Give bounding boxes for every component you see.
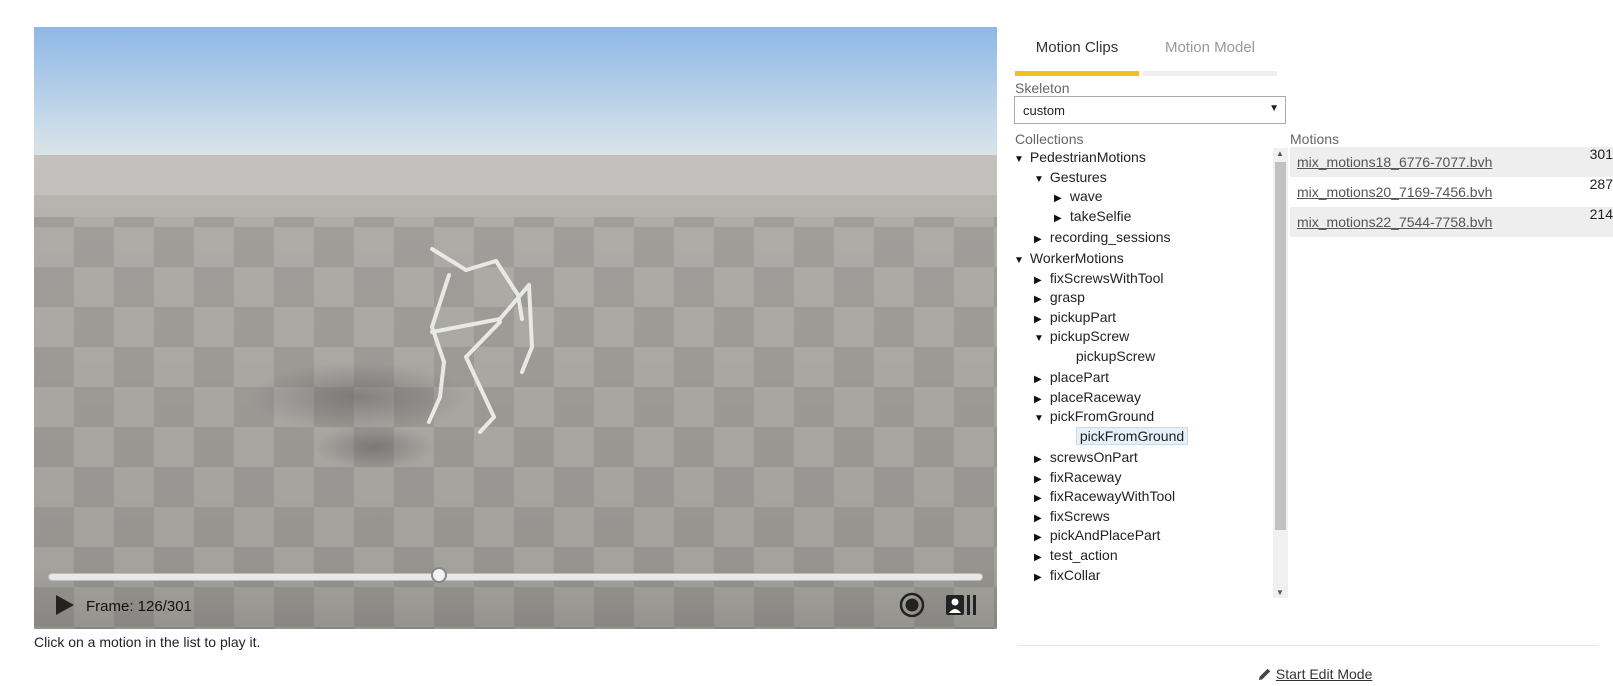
tree-item[interactable]: ▶ fixRaceway (1034, 467, 1121, 487)
triangle-right-icon[interactable]: ▶ (1054, 209, 1066, 229)
tree-item-label: screwsOnPart (1049, 449, 1138, 465)
tree-item-label: PedestrianMotions (1029, 149, 1146, 165)
tree-item-label: fixRaceway (1049, 468, 1122, 485)
scrollbar-thumb[interactable] (1275, 162, 1286, 530)
triangle-down-icon[interactable]: ▼ (1014, 150, 1026, 170)
triangle-down-icon[interactable]: ▼ (1034, 329, 1046, 349)
triangle-right-icon[interactable]: ▶ (1034, 568, 1046, 588)
tree-item-label: pickAndPlacePart (1049, 527, 1161, 544)
tree-item[interactable]: ▶ pickAndPlacePart (1034, 525, 1160, 545)
tree-item-label: wave (1069, 188, 1103, 205)
tree-item[interactable]: ▶ grasp (1034, 287, 1085, 307)
tree-item[interactable]: ▶ takeSelfie (1054, 206, 1131, 226)
skeleton-select-value: custom (1023, 103, 1065, 118)
record-icon[interactable] (899, 592, 925, 618)
tree-item[interactable]: ▶ fixScrews (1034, 506, 1110, 526)
tree-item-label: grasp (1049, 289, 1085, 306)
tree-item[interactable]: ▼ WorkerMotions (1014, 248, 1124, 268)
tree-item-label: recording_sessions (1049, 228, 1171, 245)
tree-item[interactable]: ▶ fixScrewsWithTool (1034, 268, 1163, 288)
tree-item-label: fixCollar (1049, 566, 1101, 583)
tree-item-label: fixRacewayWithTool (1049, 488, 1176, 505)
timeline-slider[interactable] (48, 567, 983, 583)
tree-item-label: WorkerMotions (1029, 250, 1124, 266)
tree-item-label: pickupPart (1049, 308, 1117, 325)
tree-item[interactable]: ▶ placePart (1034, 367, 1109, 387)
tree-item-label: placeRaceway (1049, 388, 1141, 405)
tree-item[interactable]: ▼ pickupScrew (1034, 326, 1129, 346)
start-edit-mode-link[interactable]: Start Edit Mode (1258, 666, 1372, 682)
tree-item[interactable]: ▶ recording_sessions (1034, 227, 1171, 247)
collections-label: Collections (1015, 131, 1084, 147)
collections-tree: ▼ PedestrianMotions ▼ Gestures ▶ wave ▶ tak… (1014, 147, 1268, 598)
tree-item[interactable]: ▼ Gestures (1034, 167, 1107, 187)
scene-canvas[interactable] (34, 27, 997, 629)
tree-item[interactable]: ▶ fixCollar (1034, 565, 1100, 585)
tree-item-label: fixScrews (1049, 507, 1110, 524)
frame-counter: Frame: 126/301 (86, 598, 192, 615)
tree-item[interactable]: ▶ fixRacewayWithTool (1034, 486, 1175, 506)
scroll-down-icon[interactable]: ▼ (1276, 588, 1284, 597)
camera-icon[interactable] (945, 592, 977, 618)
motion-link[interactable]: mix_motions20_7169-7456.bvh (1297, 177, 1492, 207)
motion-link[interactable]: mix_motions18_6776-7077.bvh (1297, 147, 1492, 177)
tree-item[interactable]: ▶ test_action (1034, 545, 1118, 565)
skeleton-label: Skeleton (1015, 80, 1070, 96)
tree-item[interactable]: pickFromGround (1054, 426, 1189, 446)
motions-label: Motions (1290, 131, 1340, 147)
tree-item-label: takeSelfie (1069, 207, 1132, 224)
motion-row[interactable]: mix_motions20_7169-7456.bvh 287 (1290, 176, 1613, 207)
tree-item[interactable]: ▼ pickFromGround (1034, 406, 1154, 426)
motion-viewport[interactable]: Frame: 126/301 (34, 27, 997, 629)
player-controls: Frame: 126/301 (34, 563, 997, 629)
divider (1018, 645, 1598, 646)
tab-motion-clips[interactable]: Motion Clips (1015, 27, 1139, 76)
play-hint: Click on a motion in the list to play it… (34, 634, 261, 650)
timeline-slider-thumb[interactable] (430, 567, 447, 583)
motion-row[interactable]: mix_motions18_6776-7077.bvh 301 (1290, 146, 1613, 177)
tree-item-label: fixScrewsWithTool (1049, 269, 1164, 286)
triangle-right-icon[interactable]: ▶ (1034, 230, 1046, 250)
triangle-down-icon[interactable]: ▼ (1034, 409, 1046, 429)
skeleton-select[interactable]: custom ▼ (1014, 96, 1286, 124)
chevron-down-icon: ▼ (1269, 103, 1279, 114)
tab-motion-model[interactable]: Motion Model (1143, 27, 1277, 76)
tree-item-label: Gestures (1049, 168, 1107, 185)
motions-list: mix_motions18_6776-7077.bvh 301 mix_motion… (1290, 146, 1613, 237)
triangle-down-icon[interactable]: ▼ (1034, 170, 1046, 190)
tree-item[interactable]: ▶ screwsOnPart (1034, 447, 1138, 467)
tree-item-label: pickFromGround (1049, 408, 1155, 425)
tree-item-label: pickFromGround (1075, 426, 1189, 445)
motion-row[interactable]: mix_motions22_7544-7758.bvh 214 (1290, 206, 1613, 237)
pencil-icon (1259, 668, 1271, 680)
tree-item[interactable]: ▶ pickupPart (1034, 307, 1116, 327)
tree-item-label: placePart (1049, 369, 1110, 386)
triangle-down-icon[interactable]: ▼ (1014, 251, 1026, 271)
collections-scrollbar[interactable]: ▲ ▼ (1273, 148, 1288, 598)
tree-item[interactable]: ▶ wave (1054, 186, 1103, 206)
motion-frame-count: 287 (1589, 176, 1613, 192)
tree-item-label: pickupScrew (1049, 328, 1130, 345)
tree-item[interactable]: pickupScrew (1054, 346, 1155, 366)
tree-item-label: test_action (1049, 547, 1118, 563)
tree-item-label: pickupScrew (1075, 348, 1156, 364)
play-icon[interactable] (52, 593, 76, 617)
motion-frame-count: 301 (1589, 146, 1613, 162)
tree-item[interactable]: ▼ PedestrianMotions (1014, 147, 1146, 167)
scroll-up-icon[interactable]: ▲ (1276, 149, 1284, 158)
motion-link[interactable]: mix_motions22_7544-7758.bvh (1297, 207, 1492, 237)
motion-frame-count: 214 (1589, 206, 1613, 222)
tree-item[interactable]: ▶ placeRaceway (1034, 387, 1141, 407)
